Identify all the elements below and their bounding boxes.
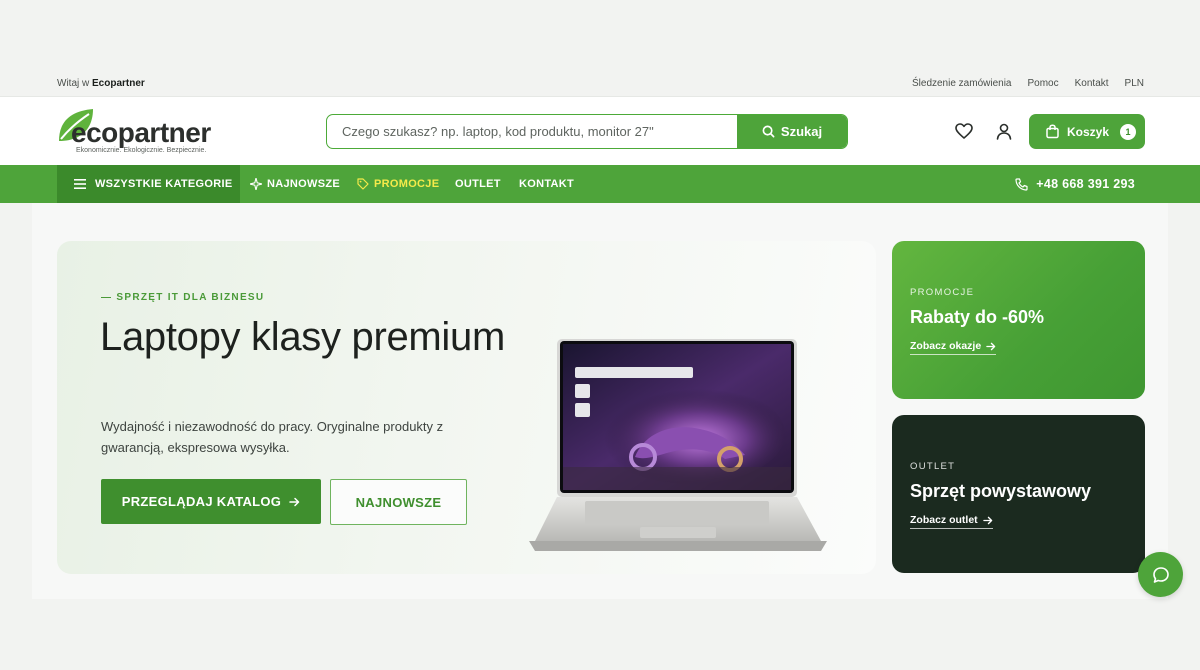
search-bar: Czego szukasz? np. laptop, kod produktu,… xyxy=(326,114,848,149)
arrow-right-icon xyxy=(986,342,996,350)
welcome-text: Witaj w Ecopartner xyxy=(57,77,145,89)
all-categories-button[interactable]: WSZYSTKIE KATEGORIE xyxy=(57,165,240,203)
account-button[interactable] xyxy=(994,121,1014,141)
browse-catalog-button[interactable]: PRZEGLĄDAJ KATALOG xyxy=(101,479,321,524)
logo[interactable]: ecopartner Ekonomicznie. Ekologicznie. B… xyxy=(57,105,232,159)
cart-count-badge: 1 xyxy=(1120,123,1137,140)
contact-link[interactable]: Kontakt xyxy=(1075,78,1109,89)
currency-selector[interactable]: PLN xyxy=(1125,78,1144,89)
user-icon xyxy=(996,123,1012,140)
welcome-brand: Ecopartner xyxy=(92,77,145,89)
chat-button[interactable] xyxy=(1138,552,1183,597)
chat-icon xyxy=(1152,566,1169,583)
wishlist-button[interactable] xyxy=(954,121,974,141)
promotions-card-title: Rabaty do -60% xyxy=(910,307,1045,327)
newest-button[interactable]: NAJNOWSZE xyxy=(330,479,467,525)
arrow-right-icon xyxy=(982,516,992,524)
outlet-card[interactable]: OUTLET Sprzęt powystawowy Zobacz outlet xyxy=(892,415,1145,573)
top-utility-bar: Witaj w Ecopartner Śledzenie zamówienia … xyxy=(0,70,1200,96)
heart-icon xyxy=(955,123,973,139)
sparkle-icon xyxy=(250,178,262,190)
see-deals-link[interactable]: Zobacz okazje xyxy=(910,340,997,355)
nav-item-outlet[interactable]: OUTLET xyxy=(455,165,501,203)
nav-item-promotions[interactable]: PROMOCJE xyxy=(357,165,439,203)
phone-icon xyxy=(1015,177,1028,191)
search-button[interactable]: Szukaj xyxy=(737,115,847,148)
logo-wordmark: ecopartner xyxy=(71,117,211,148)
help-link[interactable]: Pomoc xyxy=(1028,78,1059,89)
promotions-card[interactable]: PROMOCJE Rabaty do -60% Zobacz okazje xyxy=(892,241,1145,399)
search-icon xyxy=(762,125,775,138)
menu-icon xyxy=(74,179,86,189)
see-outlet-link[interactable]: Zobacz outlet xyxy=(910,514,993,529)
hero-title: Laptopy klasy premium xyxy=(100,315,505,359)
cart-label: Koszyk xyxy=(1067,124,1110,139)
outlet-card-eyebrow: OUTLET xyxy=(910,461,956,472)
outlet-card-title: Sprzęt powystawowy xyxy=(910,481,1092,501)
nav-item-newest[interactable]: NAJNOWSZE xyxy=(250,165,340,203)
promotions-card-eyebrow: PROMOCJE xyxy=(910,287,975,298)
hero-banner: — SPRZĘT IT DLA BIZNESU Laptopy klasy pr… xyxy=(57,241,876,574)
order-tracking-link[interactable]: Śledzenie zamówienia xyxy=(912,78,1012,89)
utility-links: Śledzenie zamówienia Pomoc Kontakt PLN xyxy=(912,78,1144,89)
tag-icon xyxy=(357,178,369,190)
site-header: ecopartner Ekonomicznie. Ekologicznie. B… xyxy=(0,96,1200,165)
phone-number-link[interactable]: +48 668 391 293 xyxy=(1015,165,1135,203)
laptop-image xyxy=(529,339,827,551)
main-navigation: WSZYSTKIE KATEGORIE NAJNOWSZE PROMOCJE O… xyxy=(0,165,1200,203)
logo-tagline: Ekonomicznie. Ekologicznie. Bezpiecznie. xyxy=(76,147,207,154)
nav-item-contact[interactable]: KONTAKT xyxy=(519,165,574,203)
hero-description: Wydajność i niezawodność do pracy. Orygi… xyxy=(101,419,444,455)
cart-icon xyxy=(1046,124,1059,139)
cart-button[interactable]: Koszyk 1 xyxy=(1029,114,1145,149)
hero-eyebrow: — SPRZĘT IT DLA BIZNESU xyxy=(101,292,265,303)
arrow-right-icon xyxy=(289,497,300,506)
search-input[interactable]: Czego szukasz? np. laptop, kod produktu,… xyxy=(327,115,737,148)
